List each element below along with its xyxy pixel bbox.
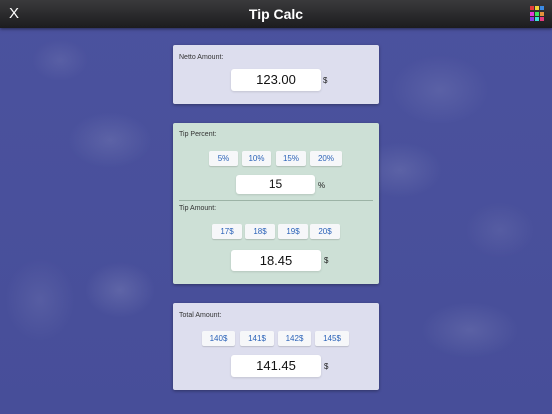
tip-percent-input[interactable]: 15 [236,175,315,194]
netto-amount-unit: $ [323,76,328,85]
apps-grid-square [530,11,534,16]
total-preset-141[interactable]: 141$ [240,331,274,346]
tip-percent-preset-10[interactable]: 10% [242,151,271,166]
tip-amount-preset-18[interactable]: 18$ [245,224,275,239]
tip-percent-preset-20[interactable]: 20% [310,151,342,166]
tip-divider [179,200,373,201]
close-button[interactable]: X [4,4,24,24]
apps-grid-square [540,11,544,16]
netto-amount-input[interactable]: 123.00 [231,69,321,91]
netto-amount-label: Netto Amount: [179,54,224,61]
apps-grid-icon[interactable] [530,6,546,22]
page-title: Tip Calc [248,6,304,22]
tip-amount-preset-17[interactable]: 17$ [212,224,242,239]
tip-percent-unit: % [318,181,326,190]
apps-grid-square [535,17,539,22]
tip-amount-unit: $ [324,256,329,265]
apps-grid-square [535,11,539,16]
total-preset-142[interactable]: 142$ [278,331,311,346]
tip-percent-label: Tip Percent: [179,131,217,138]
tip-amount-preset-20[interactable]: 20$ [310,224,340,239]
total-preset-145[interactable]: 145$ [315,331,349,346]
tip-amount-preset-19[interactable]: 19$ [278,224,308,239]
netto-amount-panel: Netto Amount: 123.00 $ [173,45,379,104]
apps-grid-square [535,6,539,10]
apps-grid-square [530,6,534,10]
tip-amount-label: Tip Amount: [179,205,217,212]
tip-amount-input[interactable]: 18.45 [231,250,321,271]
total-amount-panel: Total Amount: 140$ 141$ 142$ 145$ 141.45… [173,303,379,390]
tip-panel: Tip Percent: 5% 10% 15% 20% 15 % Tip Amo… [173,123,379,284]
top-bar: X Tip Calc [0,0,552,28]
total-amount-unit: $ [324,362,329,371]
apps-grid-square [540,17,544,22]
total-amount-label: Total Amount: [179,312,222,319]
tip-percent-preset-5[interactable]: 5% [209,151,238,166]
total-amount-input[interactable]: 141.45 [231,355,321,377]
apps-grid-square [540,6,544,10]
apps-grid-square [530,17,534,22]
total-preset-140[interactable]: 140$ [202,331,235,346]
tip-percent-preset-15[interactable]: 15% [276,151,306,166]
